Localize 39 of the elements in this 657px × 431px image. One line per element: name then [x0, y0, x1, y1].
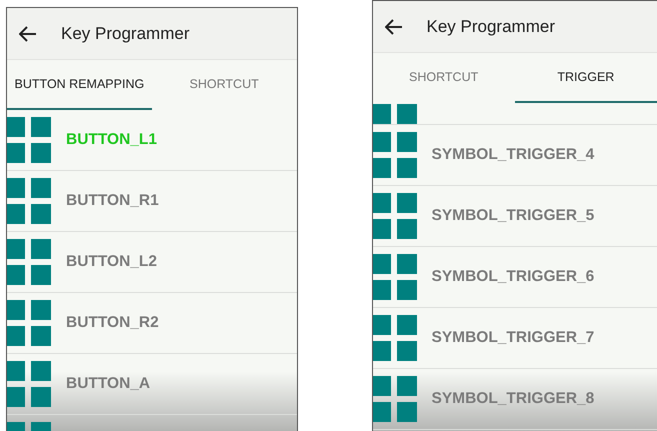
grid-icon: [372, 132, 416, 178]
grid-icon: [372, 376, 416, 422]
item-label: BUTTON_L2: [66, 253, 158, 271]
list-item[interactable]: BUTTON_L1: [7, 110, 296, 171]
grid-icon: [7, 117, 51, 163]
item-label: BUTTON_R1: [66, 192, 159, 210]
list-item[interactable]: SYMBOL_TRIGGER_4: [372, 125, 657, 186]
tab[interactable]: TRIGGER: [514, 53, 657, 103]
grid-icon: [7, 239, 51, 285]
item-label: BUTTON_L1: [66, 131, 158, 149]
item-label: BUTTON_A: [66, 375, 150, 393]
list-item[interactable]: SYMBOL_TRIGGER_6: [372, 247, 657, 308]
back-arrow-icon[interactable]: [19, 26, 37, 42]
list-item[interactable]: BUTTON_R1: [7, 171, 296, 232]
list-item[interactable]: SYMBOL_TRIGGER_8: [372, 369, 657, 430]
list-item[interactable]: BUTTON_A: [7, 354, 296, 415]
item-label: SYMBOL_TRIGGER_6: [432, 268, 594, 286]
grid-icon: [372, 315, 416, 361]
tab[interactable]: SHORTCUT: [372, 53, 515, 103]
list-item[interactable]: SYMBOL_TRIGGER_7: [372, 308, 657, 369]
list-item[interactable]: BUTTON_L2: [7, 232, 296, 293]
back-arrow-icon[interactable]: [384, 18, 402, 34]
list-item[interactable]: SYMBOL_TRIGGER_5: [372, 186, 657, 247]
item-label: BUTTON_R2: [66, 314, 159, 332]
screen-title: Key Programmer: [61, 24, 190, 44]
item-label: SYMBOL_TRIGGER_8: [432, 390, 594, 408]
grid-icon: [372, 193, 416, 239]
grid-icon: [7, 178, 51, 224]
screen-title: Key Programmer: [426, 16, 555, 36]
grid-icon: [7, 300, 51, 346]
list-item[interactable]: BUTTON_R2: [7, 293, 296, 354]
grid-icon: [7, 361, 51, 407]
tab[interactable]: BUTTON REMAPPING: [7, 60, 152, 110]
item-label: SYMBOL_TRIGGER_5: [432, 207, 594, 225]
grid-icon: [372, 254, 416, 300]
item-label: SYMBOL_TRIGGER_7: [432, 329, 594, 347]
item-label: SYMBOL_TRIGGER_4: [432, 146, 594, 164]
tab[interactable]: SHORTCUT: [152, 60, 296, 110]
list-item[interactable]: [372, 103, 657, 125]
